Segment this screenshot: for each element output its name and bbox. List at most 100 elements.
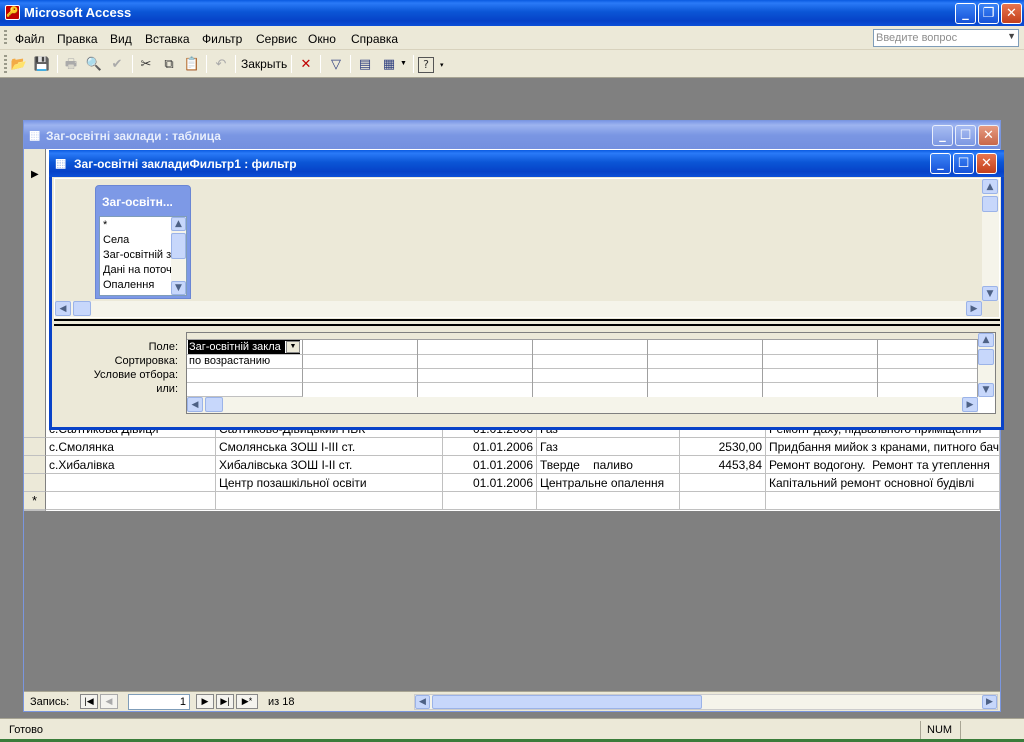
- grid-empty-column[interactable]: [418, 340, 533, 397]
- table-pane-vscroll[interactable]: ▲ ▼: [982, 179, 999, 301]
- field-list-box[interactable]: * Села Заг-освітній з Дані на поточ Опал…: [99, 216, 187, 296]
- app-close-button[interactable]: ✕: [1001, 3, 1022, 24]
- scroll-right-icon[interactable]: ▶: [966, 301, 982, 316]
- scroll-thumb[interactable]: [978, 349, 994, 365]
- record-number-field[interactable]: [128, 694, 190, 710]
- toolbar-options-icon[interactable]: ▾: [440, 61, 444, 69]
- menu-edit[interactable]: Правка: [57, 32, 98, 46]
- cell-fuel[interactable]: Центральне опалення: [537, 474, 680, 492]
- grid-empty-column[interactable]: [303, 340, 418, 397]
- menu-file[interactable]: Файл: [15, 32, 45, 46]
- scroll-thumb[interactable]: [205, 397, 223, 412]
- undo-icon[interactable]: ↶: [210, 54, 232, 75]
- print-icon[interactable]: 🖶: [60, 54, 82, 75]
- cell-fuel[interactable]: Тверде паливо: [537, 456, 680, 474]
- help-question-box[interactable]: Введите вопрос ▼: [873, 29, 1019, 47]
- field-item[interactable]: Дані на поточ: [103, 264, 171, 276]
- filter-minimize-button[interactable]: _: [930, 153, 951, 174]
- cell-new[interactable]: [46, 492, 216, 510]
- cell-date[interactable]: 01.01.2006: [443, 474, 537, 492]
- field-item[interactable]: *: [103, 219, 107, 231]
- chevron-down-icon[interactable]: ▼: [286, 341, 300, 353]
- prev-record-button[interactable]: ◀: [100, 694, 118, 709]
- cell-sum[interactable]: 4453,84: [680, 456, 766, 474]
- record-selector[interactable]: [24, 456, 46, 474]
- next-record-button[interactable]: ▶: [196, 694, 214, 709]
- database-window-icon[interactable]: ▤: [354, 54, 376, 75]
- field-list[interactable]: Заг-освітн... * Села Заг-освітній з Дані…: [95, 185, 191, 299]
- new-record-selector[interactable]: *: [24, 492, 46, 510]
- grid-empty-column[interactable]: [878, 340, 978, 397]
- grid-vscroll[interactable]: ▲ ▼: [978, 333, 995, 397]
- grid-hscroll[interactable]: ◀ ▶: [187, 397, 978, 413]
- filter-close-button[interactable]: ✕: [976, 153, 997, 174]
- field-item[interactable]: Опалення: [103, 279, 171, 291]
- table-close-button[interactable]: ✕: [978, 125, 999, 146]
- scroll-down-icon[interactable]: ▼: [982, 286, 998, 301]
- delete-icon[interactable]: ✕: [295, 54, 317, 75]
- grid-empty-column[interactable]: [648, 340, 763, 397]
- grid-sort-cell[interactable]: по возрастанию: [187, 355, 303, 369]
- app-minimize-button[interactable]: _: [955, 3, 976, 24]
- cell-village[interactable]: с.Смолянка: [46, 438, 216, 456]
- app-restore-button[interactable]: ❐: [978, 3, 999, 24]
- cell-note[interactable]: Ремонт водогону. Ремонт та утеплення: [766, 456, 1000, 474]
- cell-school[interactable]: Хибалівська ЗОШ І-ІІ ст.: [216, 456, 443, 474]
- cell-new[interactable]: [443, 492, 537, 510]
- scroll-up-icon[interactable]: ▲: [171, 217, 186, 231]
- table-maximize-button[interactable]: ☐: [955, 125, 976, 146]
- grid-empty-column[interactable]: [763, 340, 878, 397]
- record-selector[interactable]: [24, 420, 46, 438]
- record-selector[interactable]: [24, 438, 46, 456]
- cell-note[interactable]: Придбання мийок з кранами, питного бачка: [766, 438, 1000, 456]
- scroll-left-icon[interactable]: ◀: [55, 301, 71, 316]
- scroll-left-icon[interactable]: ◀: [187, 397, 203, 412]
- new-object-icon[interactable]: ▦: [378, 54, 400, 75]
- scroll-thumb[interactable]: [982, 196, 998, 212]
- paste-icon[interactable]: 📋: [181, 54, 203, 75]
- print-preview-icon[interactable]: 🔍: [83, 54, 105, 75]
- grid-field-cell[interactable]: Заг-освітній закла ▼: [187, 340, 303, 355]
- cell-fuel[interactable]: Газ: [537, 438, 680, 456]
- cut-icon[interactable]: ✂: [135, 54, 157, 75]
- save-icon[interactable]: 💾: [31, 54, 53, 75]
- menu-filter[interactable]: Фильтр: [202, 32, 242, 46]
- copy-icon[interactable]: ⧉: [158, 54, 180, 75]
- scroll-right-icon[interactable]: ▶: [982, 695, 997, 709]
- cell-date[interactable]: 01.01.2006: [443, 438, 537, 456]
- scroll-up-icon[interactable]: ▲: [978, 333, 994, 347]
- table-pane-hscroll[interactable]: ◀ ▶: [55, 301, 982, 317]
- grid-or-cell[interactable]: [187, 383, 303, 397]
- chevron-down-icon[interactable]: ▼: [1007, 31, 1016, 41]
- close-filter-button[interactable]: Закрыть: [241, 57, 287, 71]
- scroll-thumb[interactable]: [171, 233, 186, 259]
- pane-splitter[interactable]: [54, 319, 1000, 326]
- field-list-scrollbar[interactable]: ▲ ▼: [171, 217, 186, 295]
- cell-note[interactable]: Капітальний ремонт основної будівлі: [766, 474, 1000, 492]
- new-record-button[interactable]: ▶*: [236, 694, 258, 709]
- field-item[interactable]: Заг-освітній з: [103, 249, 171, 261]
- field-value-selected[interactable]: Заг-освітній закла: [189, 341, 285, 353]
- spelling-icon[interactable]: ✔: [106, 54, 128, 75]
- scroll-up-icon[interactable]: ▲: [982, 179, 998, 194]
- cell-village[interactable]: [46, 474, 216, 492]
- first-record-button[interactable]: |◀: [80, 694, 98, 709]
- table-minimize-button[interactable]: _: [932, 125, 953, 146]
- menu-insert[interactable]: Вставка: [145, 32, 190, 46]
- filter-maximize-button[interactable]: ☐: [953, 153, 974, 174]
- cell-new[interactable]: [216, 492, 443, 510]
- grid-criteria-cell[interactable]: [187, 369, 303, 383]
- last-record-button[interactable]: ▶|: [216, 694, 234, 709]
- help-icon[interactable]: ?: [418, 57, 434, 73]
- cell-sum[interactable]: [680, 474, 766, 492]
- menu-tools[interactable]: Сервис: [256, 32, 297, 46]
- cell-school[interactable]: Центр позашкільної освіти: [216, 474, 443, 492]
- cell-new[interactable]: [766, 492, 1000, 510]
- scroll-down-icon[interactable]: ▼: [978, 383, 994, 397]
- cell-sum[interactable]: 2530,00: [680, 438, 766, 456]
- cell-school[interactable]: Смолянська ЗОШ І-ІІІ ст.: [216, 438, 443, 456]
- cell-new[interactable]: [537, 492, 680, 510]
- cell-new[interactable]: [680, 492, 766, 510]
- record-selector[interactable]: [24, 474, 46, 492]
- scroll-thumb[interactable]: [73, 301, 91, 316]
